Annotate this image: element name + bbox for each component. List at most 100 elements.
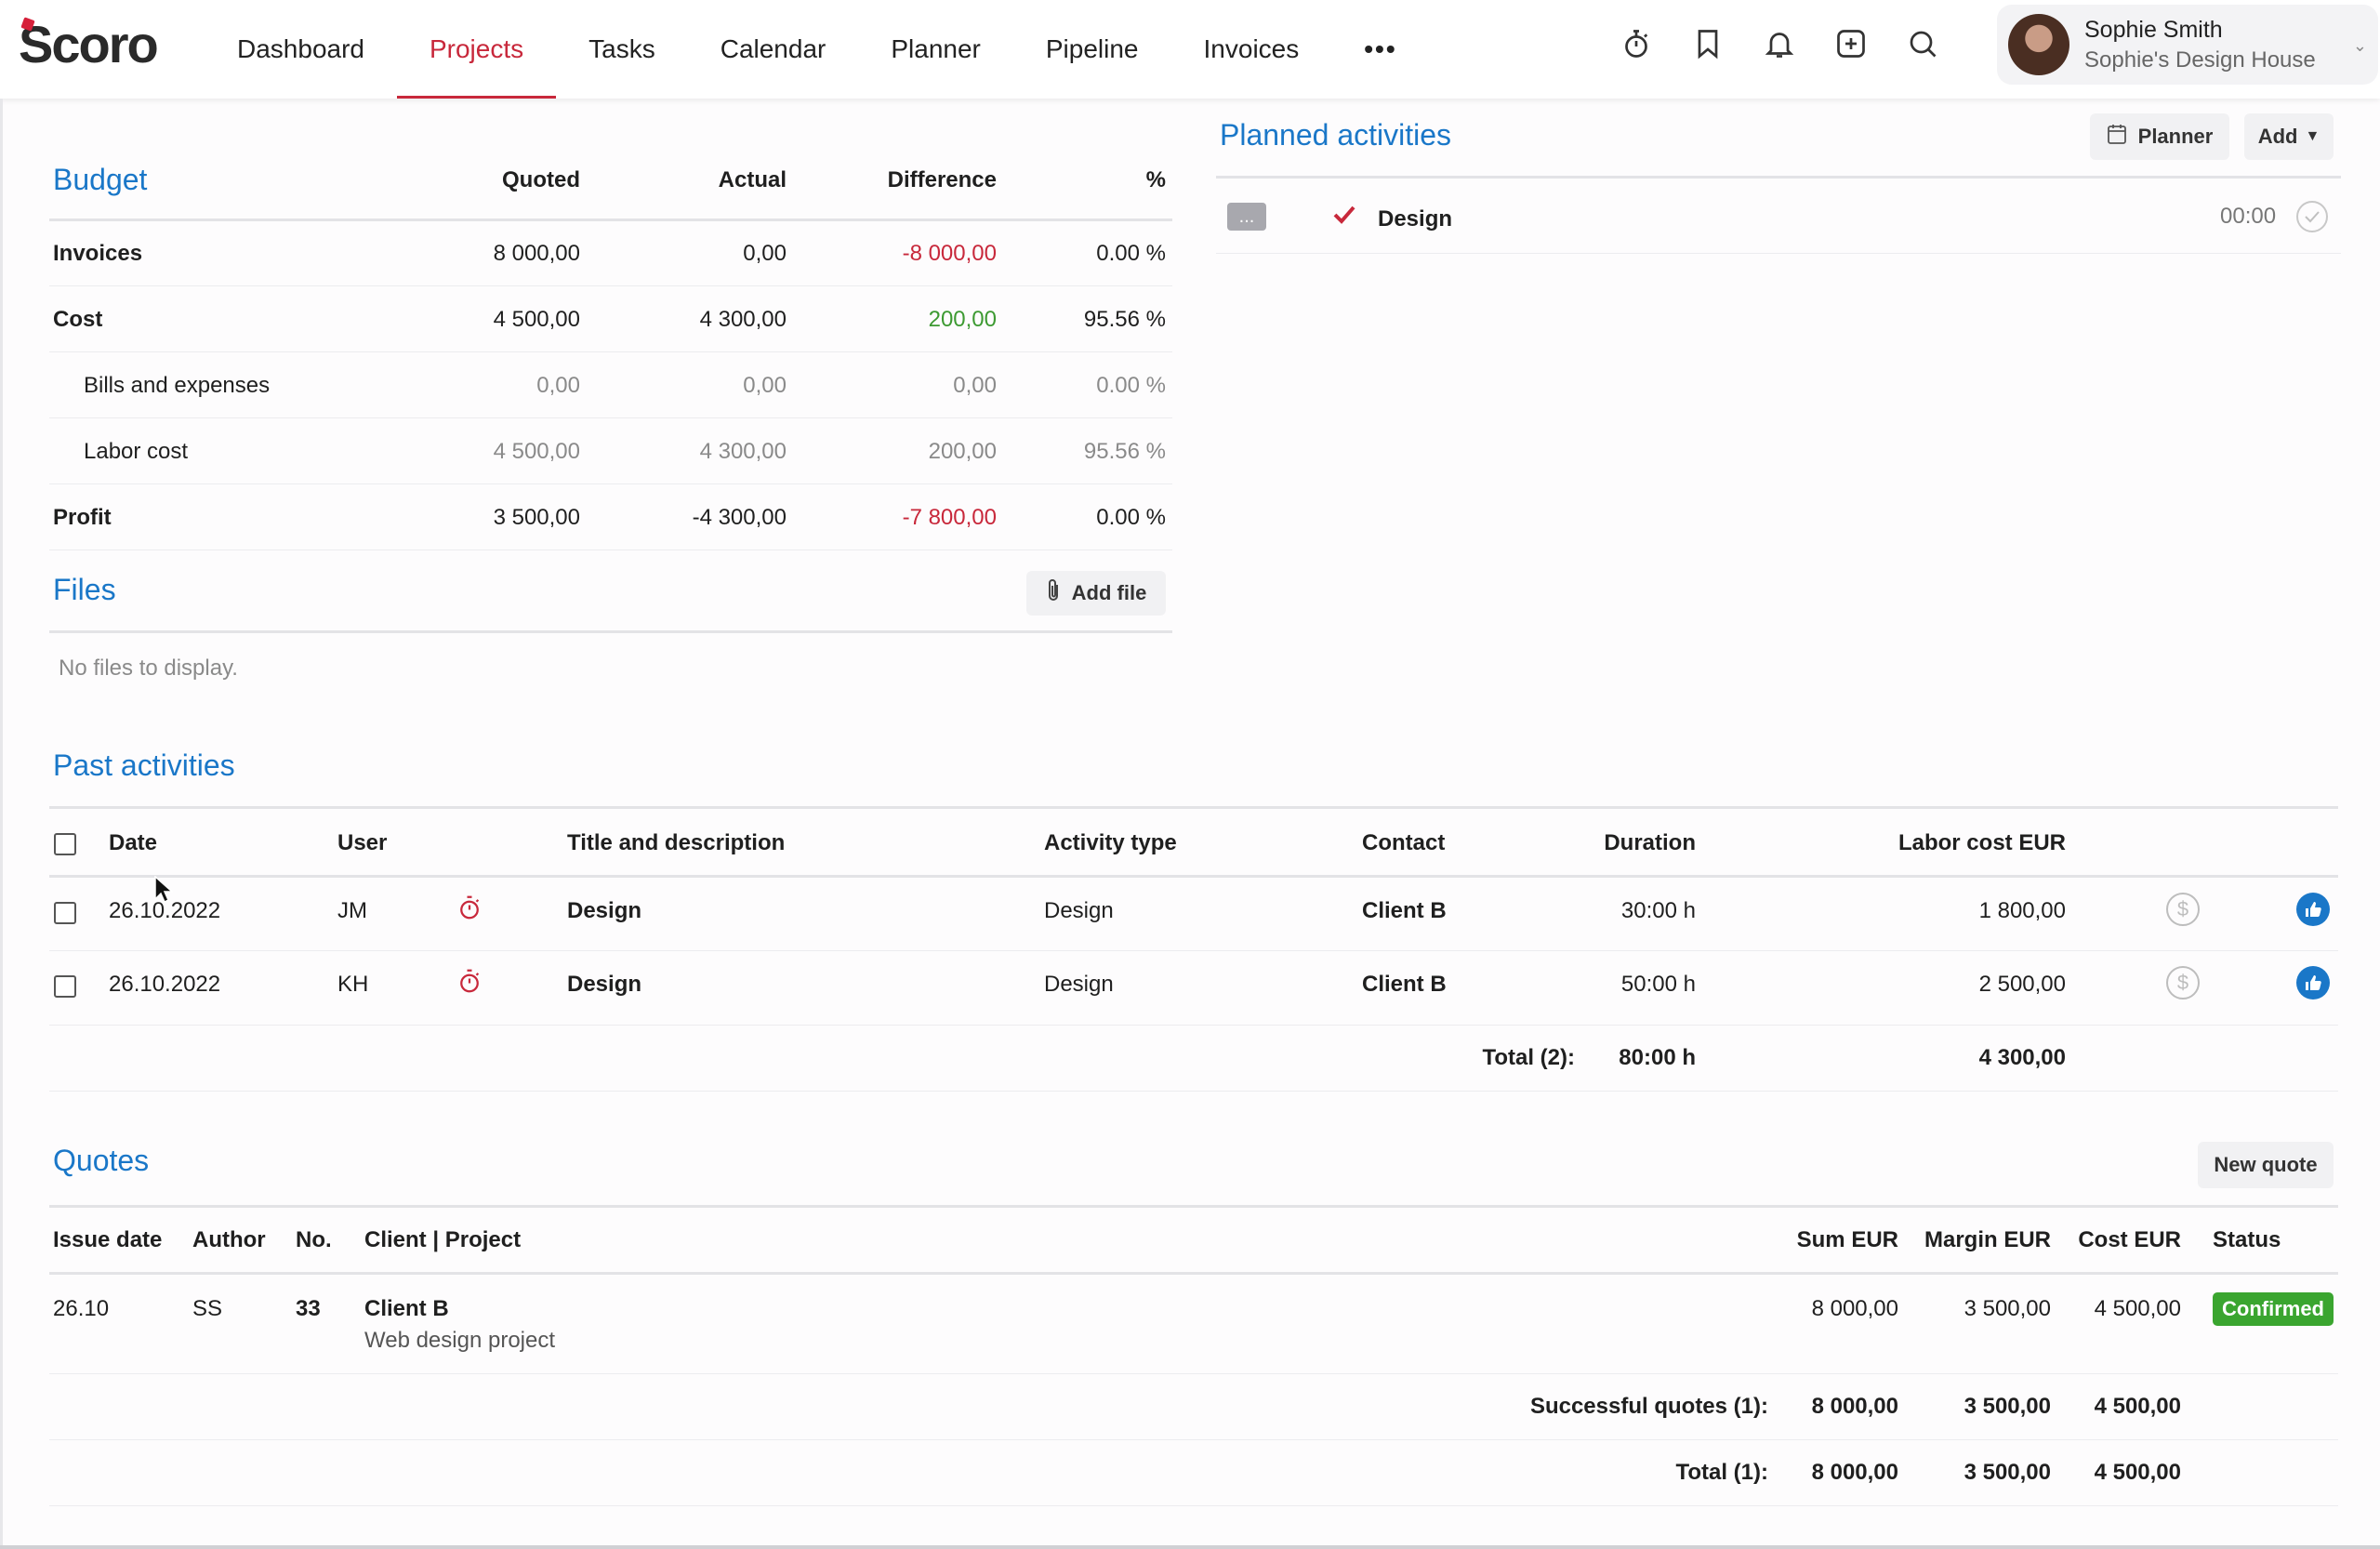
checkmark-icon xyxy=(1332,204,1356,231)
approve-thumbs-up-icon[interactable] xyxy=(2296,966,2330,1000)
budget-header-quoted: Quoted xyxy=(502,167,580,192)
col-date[interactable]: Date xyxy=(109,830,157,856)
col-client-project[interactable]: Client | Project xyxy=(364,1227,521,1253)
col-duration[interactable]: Duration xyxy=(1580,830,1696,856)
budget-quoted: 4 500,00 xyxy=(493,307,580,332)
budget-difference: 0,00 xyxy=(953,373,997,398)
budget-difference: -7 800,00 xyxy=(902,505,997,530)
planned-activity-time: 00:00 xyxy=(2220,204,2277,229)
activity-title[interactable]: Design xyxy=(567,898,641,924)
planner-button[interactable]: Planner xyxy=(2090,113,2229,160)
user-name: Sophie Smith xyxy=(2084,16,2223,43)
budget-quoted: 8 000,00 xyxy=(493,241,580,266)
past-activities-title: Past activities xyxy=(53,748,235,782)
col-labor-cost[interactable]: Labor cost EUR xyxy=(1859,830,2066,856)
quote-cost: 4 500,00 xyxy=(2094,1296,2181,1321)
select-all-checkbox[interactable] xyxy=(54,833,76,855)
billable-dollar-icon[interactable]: $ xyxy=(2166,893,2200,926)
budget-actual: 4 300,00 xyxy=(699,439,787,464)
row-divider xyxy=(49,351,1172,352)
activity-labor-cost: 2 500,00 xyxy=(1978,972,2066,997)
nav-projects[interactable]: Projects xyxy=(396,0,557,99)
budget-header-actual: Actual xyxy=(718,167,787,192)
nav-dashboard[interactable]: Dashboard xyxy=(205,0,397,99)
row-checkbox[interactable] xyxy=(54,975,76,998)
col-sum[interactable]: Sum EUR xyxy=(1748,1227,1898,1253)
planner-button-label: Planner xyxy=(2137,125,2214,148)
row-checkbox[interactable] xyxy=(54,902,76,924)
col-cost[interactable]: Cost EUR xyxy=(2055,1227,2181,1253)
nav-planner[interactable]: Planner xyxy=(858,0,1013,99)
quotes-title: Quotes xyxy=(53,1144,150,1177)
budget-row-label: Profit xyxy=(53,505,112,530)
new-quote-button[interactable]: New quote xyxy=(2198,1142,2334,1188)
stopwatch-icon[interactable] xyxy=(1618,25,1655,62)
avatar xyxy=(2008,14,2069,75)
add-dropdown-button[interactable]: Add ▼ xyxy=(2244,113,2334,160)
col-author[interactable]: Author xyxy=(192,1227,266,1253)
activity-title[interactable]: Design xyxy=(567,972,641,998)
quotes-title-rule xyxy=(49,1205,2338,1208)
timer-icon xyxy=(456,967,483,995)
add-file-button[interactable]: Add file xyxy=(1026,571,1166,616)
nav-pipeline[interactable]: Pipeline xyxy=(1013,0,1171,99)
bookmark-icon[interactable] xyxy=(1689,25,1726,62)
nav-tasks[interactable]: Tasks xyxy=(556,0,688,99)
col-title[interactable]: Title and description xyxy=(567,830,785,856)
budget-percent: 95.56 % xyxy=(1083,439,1166,464)
successful-sum: 8 000,00 xyxy=(1811,1394,1898,1419)
col-activity-type[interactable]: Activity type xyxy=(1044,830,1177,856)
quotes-header-rule xyxy=(49,1272,2338,1275)
quote-sum: 8 000,00 xyxy=(1811,1296,1898,1321)
activity-contact[interactable]: Client B xyxy=(1362,972,1447,998)
nav-calendar[interactable]: Calendar xyxy=(688,0,859,99)
budget-row-label: Bills and expenses xyxy=(84,373,271,398)
bell-icon[interactable] xyxy=(1761,25,1798,62)
planned-row-divider xyxy=(1216,253,2341,254)
complete-circle-icon[interactable] xyxy=(2296,201,2328,232)
caret-down-icon: ▼ xyxy=(2305,128,2320,144)
activity-duration: 50:00 h xyxy=(1620,972,1696,997)
past-title-rule xyxy=(49,806,2338,809)
add-square-icon[interactable] xyxy=(1832,25,1870,62)
budget-row-label: Labor cost xyxy=(84,439,189,464)
col-issue-date[interactable]: Issue date xyxy=(53,1227,162,1253)
col-contact[interactable]: Contact xyxy=(1362,830,1445,856)
planned-activity-title[interactable]: Design xyxy=(1378,206,1452,232)
row-divider xyxy=(49,285,1172,286)
budget-percent: 0.00 % xyxy=(1096,241,1166,266)
paperclip-icon xyxy=(1046,577,1061,609)
col-user[interactable]: User xyxy=(337,830,387,856)
nav-invoices[interactable]: Invoices xyxy=(1171,0,1332,99)
col-number[interactable]: No. xyxy=(296,1227,332,1253)
row-divider xyxy=(49,1439,2338,1440)
budget-actual: 0,00 xyxy=(743,373,787,398)
quote-issue-date: 26.10 xyxy=(53,1296,110,1321)
activity-type: Design xyxy=(1044,898,1114,923)
search-icon[interactable] xyxy=(1904,25,1941,62)
quote-number[interactable]: 33 xyxy=(296,1296,321,1322)
past-total-label: Total (2): xyxy=(1482,1045,1575,1070)
quote-margin: 3 500,00 xyxy=(1964,1296,2051,1321)
row-divider xyxy=(49,1025,2338,1026)
left-border xyxy=(0,99,3,1549)
col-status[interactable]: Status xyxy=(2213,1227,2281,1253)
quotes-total-label: Total (1): xyxy=(1675,1460,1768,1485)
activity-menu-button[interactable]: ... xyxy=(1227,203,1266,231)
budget-quoted: 3 500,00 xyxy=(493,505,580,530)
top-icon-group xyxy=(1618,25,1941,62)
activity-contact[interactable]: Client B xyxy=(1362,898,1447,924)
calendar-icon xyxy=(2107,123,2127,151)
budget-percent: 95.56 % xyxy=(1083,307,1166,332)
billable-dollar-icon[interactable]: $ xyxy=(2166,966,2200,1000)
col-margin[interactable]: Margin EUR xyxy=(1897,1227,2051,1253)
activity-user: KH xyxy=(337,972,369,997)
approve-thumbs-up-icon[interactable] xyxy=(2296,893,2330,926)
more-menu-icon[interactable]: ••• xyxy=(1331,0,1429,99)
row-divider xyxy=(49,1505,2338,1506)
user-menu[interactable]: Sophie Smith Sophie's Design House ⌄ xyxy=(1997,5,2378,85)
row-divider xyxy=(49,549,1172,550)
scoro-logo[interactable]: Scoro xyxy=(19,17,159,71)
quote-client[interactable]: Client B xyxy=(364,1296,449,1322)
quote-project[interactable]: Web design project xyxy=(364,1328,555,1354)
